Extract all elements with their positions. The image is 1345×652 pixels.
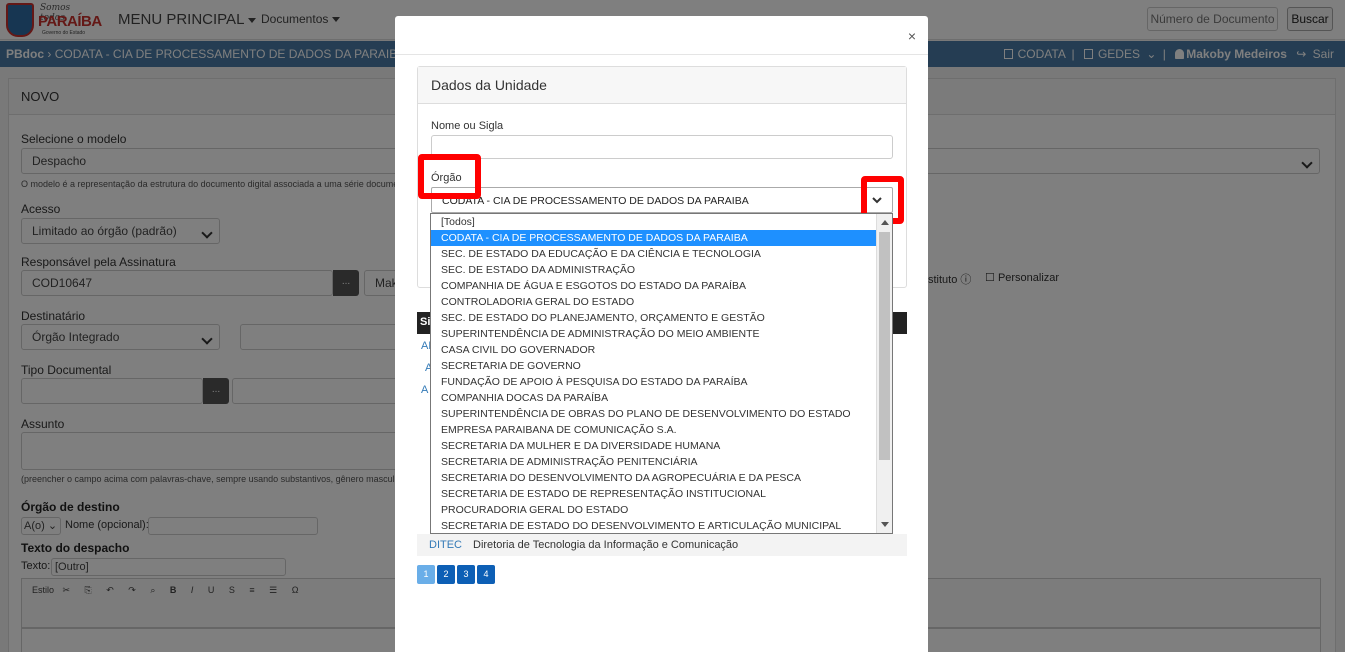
dropdown-option[interactable]: SECRETARIA DO DESENVOLVIMENTO DA AGROPEC… <box>431 470 876 486</box>
name-label: Nome ou Sigla <box>431 120 504 132</box>
page-3-button[interactable]: 3 <box>457 565 475 584</box>
dropdown-scrollbar[interactable] <box>876 214 892 533</box>
table-header-sigla: Si <box>420 316 431 328</box>
close-icon[interactable]: × <box>908 28 916 44</box>
dropdown-option[interactable]: SEC. DE ESTADO DA ADMINISTRAÇÃO <box>431 262 876 278</box>
dropdown-option[interactable]: COMPANHIA DE ÁGUA E ESGOTOS DO ESTADO DA… <box>431 278 876 294</box>
dropdown-option[interactable]: [Todos] <box>431 214 876 230</box>
dropdown-options: [Todos] CODATA - CIA DE PROCESSAMENTO DE … <box>431 214 892 533</box>
dropdown-option[interactable]: PROCURADORIA GERAL DO ESTADO <box>431 502 876 518</box>
dropdown-option[interactable]: SEC. DE ESTADO DO PLANEJAMENTO, ORÇAMENT… <box>431 310 876 326</box>
dropdown-option[interactable]: SUPERINTENDÊNCIA DE ADMINISTRAÇÃO DO MEI… <box>431 326 876 342</box>
table-row-code[interactable]: DITEC <box>429 534 462 556</box>
scrollbar-thumb[interactable] <box>879 232 890 460</box>
table-row-name: Diretoria de Tecnologia da Informação e … <box>473 539 739 551</box>
dropdown-option[interactable]: FUNDAÇÃO DE APOIO À PESQUISA DO ESTADO D… <box>431 374 876 390</box>
dropdown-option[interactable]: SECRETARIA DE ESTADO DE REPRESENTAÇÃO IN… <box>431 486 876 502</box>
table-row: DITEC Diretoria de Tecnologia da Informa… <box>417 534 907 556</box>
dropdown-option[interactable]: CONTROLADORIA GERAL DO ESTADO <box>431 294 876 310</box>
dropdown-option[interactable]: COMPANHIA DOCAS DA PARAÍBA <box>431 390 876 406</box>
dropdown-option[interactable]: SECRETARIA DE ADMINISTRAÇÃO PENITENCIÁRI… <box>431 454 876 470</box>
dropdown-option[interactable]: SECRETARIA DE ESTADO DO DESENVOLVIMENTO … <box>431 518 876 533</box>
scroll-down-arrow-icon[interactable] <box>881 522 889 527</box>
highlight-org-label <box>418 154 481 199</box>
page-4-button[interactable]: 4 <box>477 565 495 584</box>
org-select-value: CODATA - CIA DE PROCESSAMENTO DE DADOS D… <box>442 195 749 207</box>
org-dropdown-list[interactable]: [Todos] CODATA - CIA DE PROCESSAMENTO DE … <box>430 213 893 534</box>
dropdown-option[interactable]: CASA CIVIL DO GOVERNADOR <box>431 342 876 358</box>
dropdown-option[interactable]: EMPRESA PARAIBANA DE COMUNICAÇÃO S.A. <box>431 422 876 438</box>
scroll-up-arrow-icon[interactable] <box>881 220 889 225</box>
page-2-button[interactable]: 2 <box>437 565 455 584</box>
dropdown-option[interactable]: SEC. DE ESTADO DA EDUCAÇÃO E DA CIÊNCIA … <box>431 246 876 262</box>
dropdown-option[interactable]: SUPERINTENDÊNCIA DE OBRAS DO PLANO DE DE… <box>431 406 876 422</box>
org-select[interactable]: CODATA - CIA DE PROCESSAMENTO DE DADOS D… <box>431 187 893 213</box>
dropdown-option[interactable]: SECRETARIA DE GOVERNO <box>431 358 876 374</box>
table-row-code[interactable]: A <box>421 384 428 396</box>
dropdown-option[interactable]: CODATA - CIA DE PROCESSAMENTO DE DADOS D… <box>431 230 876 246</box>
dropdown-option[interactable]: SECRETARIA DA MULHER E DA DIVERSIDADE HU… <box>431 438 876 454</box>
name-input[interactable] <box>431 135 893 159</box>
card-title: Dados da Unidade <box>418 67 906 104</box>
modal-divider <box>395 54 928 55</box>
page-1-button[interactable]: 1 <box>417 565 435 584</box>
pagination: 1234 <box>417 565 497 584</box>
